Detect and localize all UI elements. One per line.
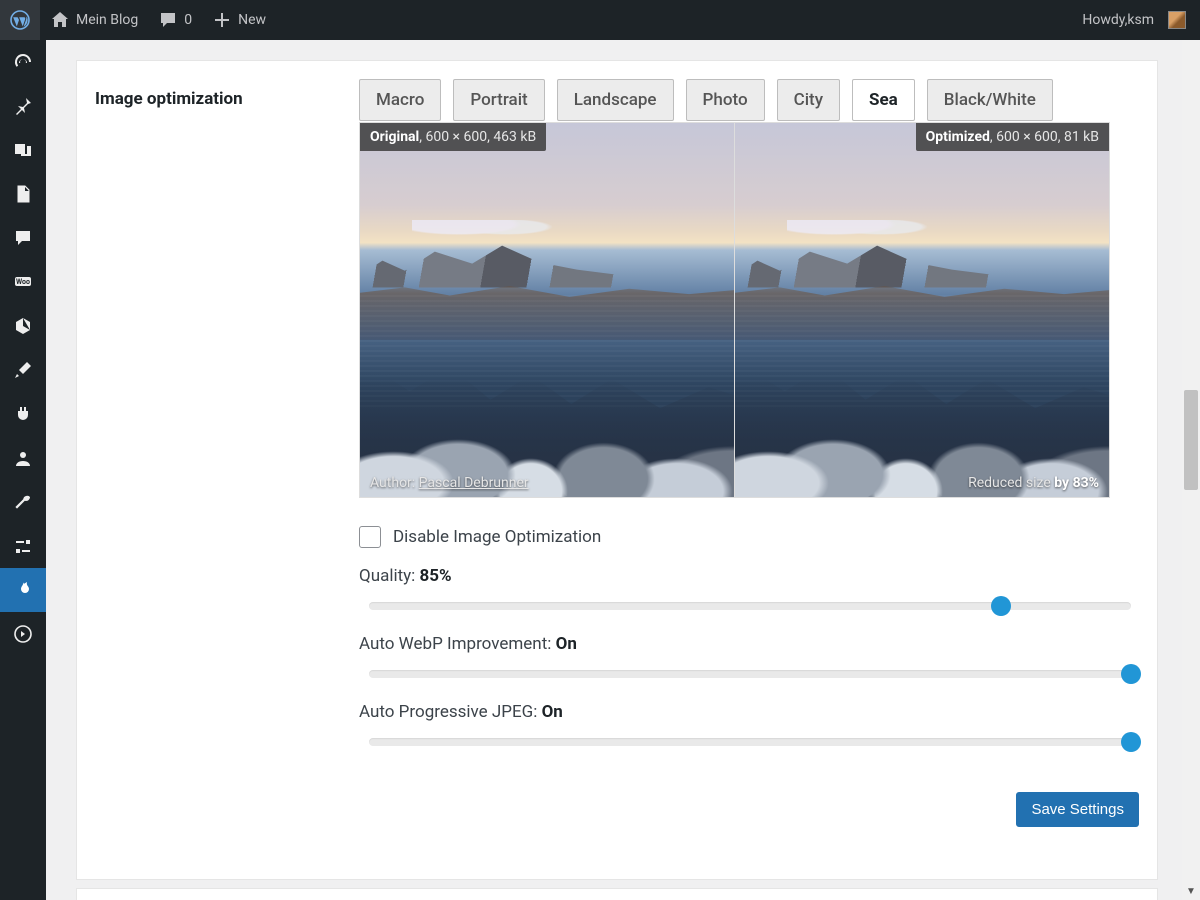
scroll-down-arrow-icon[interactable]: ▼	[1182, 882, 1200, 900]
tab-portrait[interactable]: Portrait	[453, 79, 544, 121]
settings-panel: Image optimization Macro Portrait Landscap…	[76, 60, 1158, 880]
comments-count: 0	[184, 12, 192, 28]
dashboard-icon	[12, 51, 34, 73]
menu-users[interactable]	[0, 436, 46, 480]
svg-text:Woo: Woo	[16, 278, 30, 286]
pjpeg-slider-thumb[interactable]	[1121, 732, 1141, 752]
cube-icon	[12, 315, 34, 337]
original-badge: Original, 600 × 600, 463 kB	[360, 123, 546, 151]
comment-icon	[158, 10, 178, 30]
my-account-menu[interactable]: Howdy, ksm	[1072, 0, 1160, 40]
sample-photo-original	[360, 123, 734, 497]
menu-posts[interactable]	[0, 84, 46, 128]
quality-slider[interactable]	[369, 596, 1131, 616]
tab-black-white[interactable]: Black/White	[927, 79, 1053, 121]
tab-sea[interactable]: Sea	[852, 79, 915, 121]
admin-menu: Woo	[0, 40, 46, 900]
tab-city[interactable]: City	[777, 79, 840, 121]
new-content-label: New	[238, 12, 266, 28]
disable-optimization-row: Disable Image Optimization	[359, 526, 1139, 548]
howdy-username: ksm	[1127, 12, 1154, 28]
woocommerce-icon: Woo	[12, 271, 34, 293]
menu-optimization-plugin[interactable]	[0, 568, 46, 612]
pjpeg-control: Auto Progressive JPEG: On	[359, 702, 1139, 752]
next-panel-peek	[76, 888, 1158, 900]
menu-products[interactable]	[0, 304, 46, 348]
scroll-thumb[interactable]	[1184, 390, 1198, 490]
sample-photo-optimized	[735, 123, 1109, 497]
menu-media[interactable]	[0, 128, 46, 172]
photo-author-link[interactable]: Pascal Debrunner	[419, 475, 529, 491]
photo-author-caption: Author: Pascal Debrunner	[360, 469, 539, 497]
comments-menu[interactable]: 0	[148, 0, 202, 40]
site-name-menu[interactable]: Mein Blog	[40, 0, 148, 40]
webp-control: Auto WebP Improvement: On	[359, 634, 1139, 684]
menu-settings[interactable]	[0, 524, 46, 568]
webp-slider[interactable]	[369, 664, 1131, 684]
disable-optimization-label: Disable Image Optimization	[393, 527, 601, 547]
menu-woocommerce[interactable]: Woo	[0, 260, 46, 304]
home-icon	[50, 10, 70, 30]
reduced-size-caption: Reduced size by 83%	[958, 469, 1109, 497]
quality-title: Quality: 85%	[359, 566, 1139, 586]
menu-dashboard[interactable]	[0, 40, 46, 84]
media-icon	[12, 139, 34, 161]
quality-slider-track	[369, 602, 1131, 610]
pages-icon	[12, 183, 34, 205]
admin-toolbar: Mein Blog 0 New Howdy, ksm	[0, 0, 1200, 40]
pin-icon	[12, 95, 34, 117]
image-compare: Original, 600 × 600, 463 kB Author: Pasc…	[359, 122, 1139, 498]
comments-icon	[12, 227, 34, 249]
menu-appearance[interactable]	[0, 348, 46, 392]
tab-macro[interactable]: Macro	[359, 79, 441, 121]
wrench-icon	[12, 491, 34, 513]
content-area: Image optimization Macro Portrait Landscap…	[46, 40, 1182, 900]
avatar[interactable]	[1168, 11, 1186, 29]
wp-logo-menu[interactable]	[0, 0, 40, 40]
menu-collapse[interactable]	[0, 612, 46, 656]
new-content-menu[interactable]: New	[202, 0, 276, 40]
menu-comments[interactable]	[0, 216, 46, 260]
page-scrollbar[interactable]: ▲ ▼	[1182, 0, 1200, 900]
image-optimized: Optimized, 600 × 600, 81 kB Reduced size…	[734, 122, 1110, 498]
pjpeg-slider-track	[369, 738, 1131, 746]
pjpeg-slider[interactable]	[369, 732, 1131, 752]
section-side-label: Image optimization	[95, 79, 359, 827]
menu-tools[interactable]	[0, 480, 46, 524]
pjpeg-title: Auto Progressive JPEG: On	[359, 702, 1139, 722]
collapse-icon	[12, 623, 34, 645]
howdy-prefix: Howdy,	[1082, 12, 1127, 28]
optimized-badge: Optimized, 600 × 600, 81 kB	[916, 123, 1109, 151]
menu-plugins[interactable]	[0, 392, 46, 436]
site-name-label: Mein Blog	[76, 12, 138, 28]
wordpress-icon	[10, 10, 30, 30]
section-title: Image optimization	[95, 89, 359, 109]
user-icon	[12, 447, 34, 469]
disable-optimization-checkbox[interactable]	[359, 526, 381, 548]
menu-pages[interactable]	[0, 172, 46, 216]
tab-photo[interactable]: Photo	[686, 79, 765, 121]
brush-icon	[12, 359, 34, 381]
image-type-tabs: Macro Portrait Landscape Photo City Sea Black/…	[359, 79, 1139, 121]
plus-icon	[212, 10, 232, 30]
image-original: Original, 600 × 600, 463 kB Author: Pasc…	[359, 122, 735, 498]
save-settings-button[interactable]: Save Settings	[1016, 792, 1139, 827]
quality-slider-thumb[interactable]	[991, 596, 1011, 616]
plug-icon	[12, 403, 34, 425]
tab-landscape[interactable]: Landscape	[557, 79, 674, 121]
webp-slider-thumb[interactable]	[1121, 664, 1141, 684]
webp-slider-track	[369, 670, 1131, 678]
flame-icon	[12, 579, 34, 601]
sliders-icon	[12, 535, 34, 557]
quality-control: Quality: 85%	[359, 566, 1139, 616]
webp-title: Auto WebP Improvement: On	[359, 634, 1139, 654]
section-main: Macro Portrait Landscape Photo City Sea Black/…	[359, 79, 1139, 827]
